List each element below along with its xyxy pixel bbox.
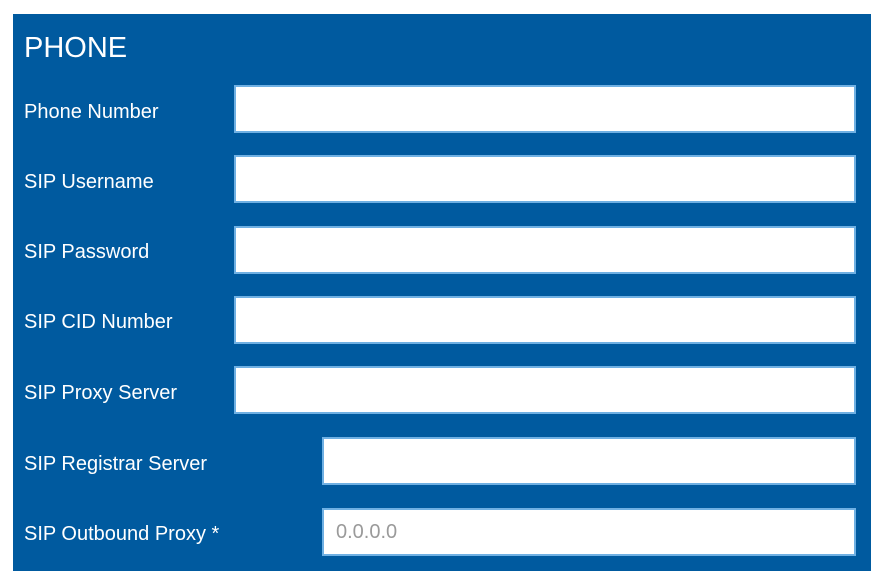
sip-registrar-server-input[interactable] [322, 437, 856, 485]
sip-outbound-proxy-input[interactable] [322, 508, 856, 556]
sip-username-label: SIP Username [24, 171, 154, 193]
sip-password-input[interactable] [234, 226, 856, 274]
phone-number-label: Phone Number [24, 101, 159, 123]
sip-proxy-server-label: SIP Proxy Server [24, 382, 178, 404]
sip-cid-number-input[interactable] [234, 296, 856, 344]
section-title: PHONE [24, 32, 128, 64]
sip-username-input[interactable] [234, 155, 856, 203]
sip-outbound-proxy-label: SIP Outbound Proxy * [24, 523, 220, 545]
sip-proxy-server-input[interactable] [234, 366, 856, 414]
phone-settings-panel: PHONE Phone Number SIP Username SIP Pass… [13, 14, 871, 571]
sip-cid-number-label: SIP CID Number [24, 311, 173, 333]
sip-registrar-server-label: SIP Registrar Server [24, 453, 208, 475]
sip-password-label: SIP Password [24, 241, 150, 263]
phone-number-input[interactable] [234, 85, 856, 133]
